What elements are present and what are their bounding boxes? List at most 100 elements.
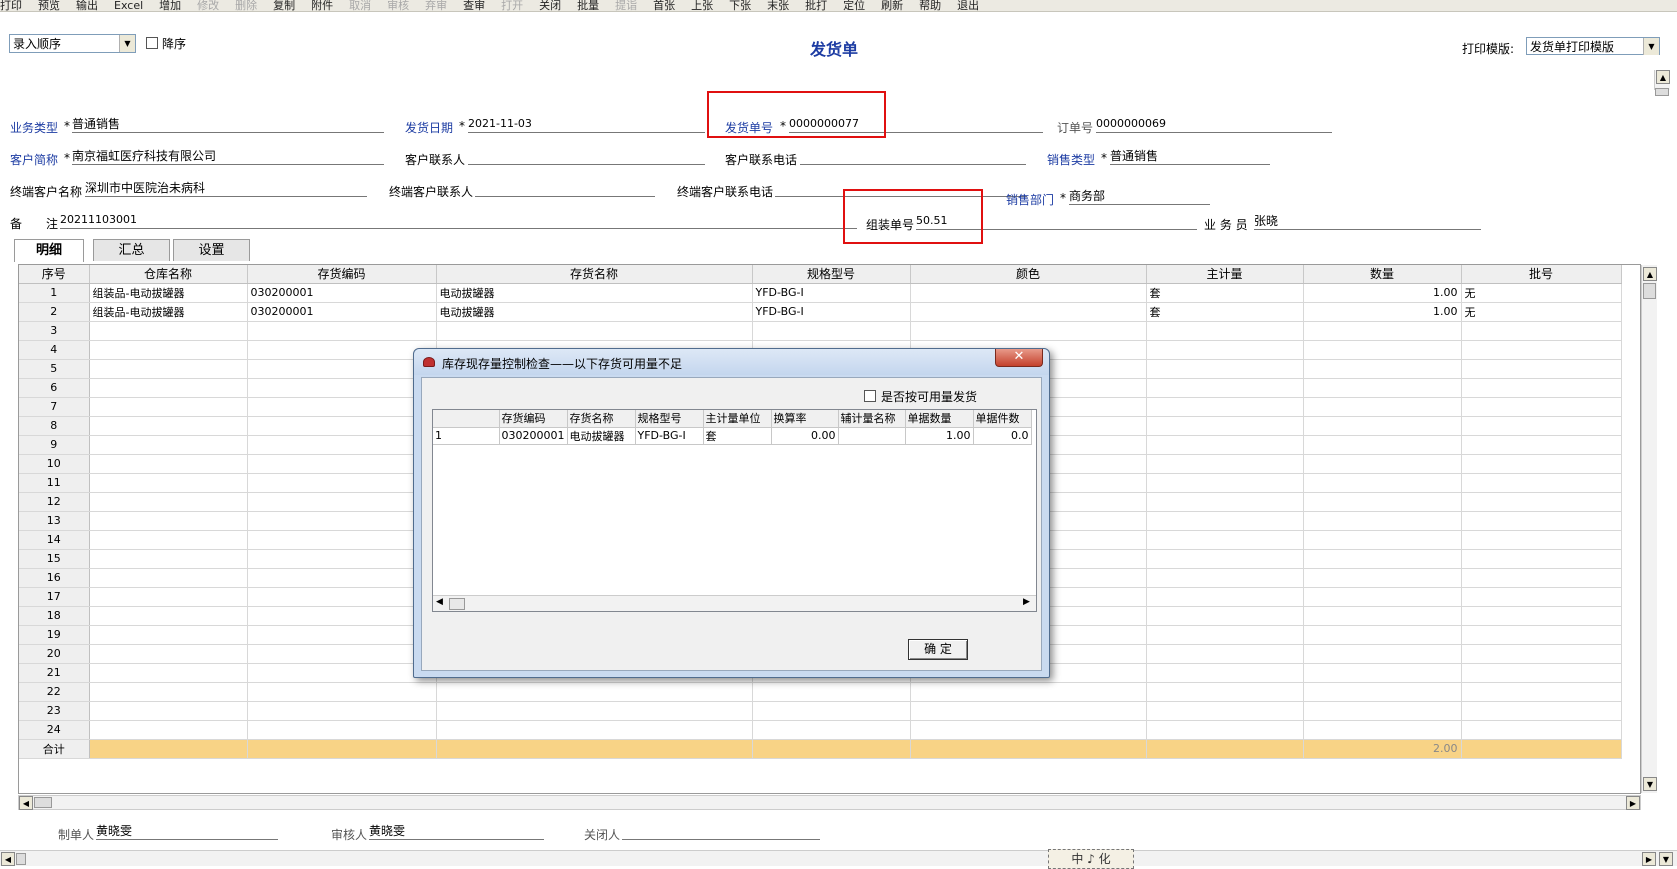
table-cell[interactable]: 电动拔罐器: [436, 283, 753, 303]
table-cell[interactable]: [89, 321, 248, 341]
table-cell[interactable]: 套: [1146, 283, 1304, 303]
table-cell[interactable]: [752, 720, 911, 740]
toolbar-button[interactable]: 删除: [235, 0, 257, 11]
table-cell[interactable]: 030200001: [247, 283, 437, 303]
table-cell[interactable]: [247, 549, 437, 569]
table-cell[interactable]: [1146, 530, 1304, 550]
page-scroll-thumb[interactable]: [1655, 88, 1669, 96]
table-cell[interactable]: [1146, 587, 1304, 607]
scroll-left-icon[interactable]: ◀: [436, 597, 443, 607]
table-cell[interactable]: 套: [1146, 302, 1304, 322]
table-cell[interactable]: [1461, 663, 1622, 683]
toolbar-button[interactable]: 弃审: [425, 0, 447, 11]
column-header[interactable]: 单据件数: [973, 410, 1032, 428]
column-header[interactable]: 数量: [1303, 265, 1462, 284]
table-cell[interactable]: [247, 606, 437, 626]
ok-button[interactable]: 确 定: [908, 639, 968, 660]
grid-vscroll-thumb[interactable]: [1643, 283, 1656, 299]
table-cell[interactable]: 组装品-电动拔罐器: [89, 283, 248, 303]
toolbar-button[interactable]: 末张: [767, 0, 789, 11]
table-cell[interactable]: [1146, 340, 1304, 360]
table-cell[interactable]: [1461, 492, 1622, 512]
ship-date-field[interactable]: 2021-11-03: [468, 117, 705, 133]
scroll-right-icon[interactable]: ▶: [1642, 852, 1656, 866]
table-cell[interactable]: [1146, 473, 1304, 493]
table-cell[interactable]: [1461, 720, 1622, 740]
toolbar-button[interactable]: 输出: [76, 0, 98, 11]
table-cell[interactable]: [1303, 720, 1462, 740]
grid-vscrollbar[interactable]: ▲ ▼: [1641, 265, 1657, 793]
page-hscroll-thumb[interactable]: [16, 853, 26, 865]
table-cell[interactable]: [1461, 359, 1622, 379]
toolbar-button[interactable]: 上张: [691, 0, 713, 11]
scroll-left-icon[interactable]: ◀: [1, 852, 15, 866]
table-cell[interactable]: [1146, 416, 1304, 436]
table-cell[interactable]: [1146, 663, 1304, 683]
column-header[interactable]: 存货编码: [247, 265, 437, 284]
shortage-hscroll-thumb[interactable]: [449, 598, 465, 610]
table-cell[interactable]: [1461, 587, 1622, 607]
contact-field[interactable]: [468, 149, 705, 165]
dept-field[interactable]: 商务部: [1069, 189, 1210, 205]
table-cell[interactable]: [247, 340, 437, 360]
table-cell[interactable]: [89, 454, 248, 474]
table-cell[interactable]: [1303, 530, 1462, 550]
table-cell[interactable]: [1146, 682, 1304, 702]
toolbar-button[interactable]: 刷新: [881, 0, 903, 11]
table-cell[interactable]: [1146, 606, 1304, 626]
table-cell[interactable]: [247, 644, 437, 664]
table-cell[interactable]: [1461, 644, 1622, 664]
table-cell[interactable]: [247, 663, 437, 683]
table-row[interactable]: 1 030200001 电动拔罐器 YFD-BG-I 套 0.00 1.00 0.0: [433, 427, 1032, 445]
table-cell[interactable]: [1461, 511, 1622, 531]
table-cell[interactable]: [247, 321, 437, 341]
table-cell[interactable]: [247, 720, 437, 740]
tab-detail[interactable]: 明细: [14, 239, 84, 262]
table-cell[interactable]: [89, 701, 248, 721]
table-row[interactable]: 22: [19, 682, 1622, 702]
use-available-checkbox[interactable]: [864, 390, 876, 402]
table-cell[interactable]: [89, 492, 248, 512]
toolbar-button[interactable]: 退出: [957, 0, 979, 11]
table-cell[interactable]: [1303, 473, 1462, 493]
table-cell[interactable]: [910, 302, 1147, 322]
toolbar-button[interactable]: 批打: [805, 0, 827, 11]
table-cell[interactable]: [89, 682, 248, 702]
toolbar-button[interactable]: 预览: [38, 0, 60, 11]
table-cell[interactable]: [247, 568, 437, 588]
toolbar-button[interactable]: 关闭: [539, 0, 561, 11]
tab-summary[interactable]: 汇总: [93, 239, 170, 261]
table-cell[interactable]: [89, 473, 248, 493]
close-icon[interactable]: ✕: [995, 349, 1043, 367]
column-header[interactable]: 规格型号: [635, 410, 704, 428]
table-cell[interactable]: [1146, 378, 1304, 398]
table-cell[interactable]: [1461, 416, 1622, 436]
grid-hscrollbar[interactable]: ◀ ▶: [18, 795, 1641, 810]
table-cell[interactable]: [436, 321, 753, 341]
grid-hscroll-thumb[interactable]: [34, 797, 52, 808]
toolbar-button[interactable]: 审核: [387, 0, 409, 11]
toolbar-button[interactable]: 帮助: [919, 0, 941, 11]
table-cell[interactable]: [89, 568, 248, 588]
column-header[interactable]: 批号: [1461, 265, 1622, 284]
table-cell[interactable]: [247, 701, 437, 721]
table-cell[interactable]: [247, 682, 437, 702]
column-header[interactable]: 仓库名称: [89, 265, 248, 284]
scroll-left-icon[interactable]: ◀: [19, 796, 33, 810]
column-header[interactable]: 存货名称: [436, 265, 753, 284]
toolbar-button[interactable]: 复制: [273, 0, 295, 11]
scroll-right-icon[interactable]: ▶: [1023, 597, 1030, 607]
table-cell[interactable]: [247, 435, 437, 455]
table-cell[interactable]: [247, 473, 437, 493]
table-cell[interactable]: [89, 511, 248, 531]
table-cell[interactable]: [1461, 682, 1622, 702]
table-cell[interactable]: [1146, 359, 1304, 379]
toolbar-button[interactable]: 提诣: [615, 0, 637, 11]
end-contact-field[interactable]: [475, 181, 655, 197]
table-cell[interactable]: [752, 321, 911, 341]
table-cell[interactable]: [1303, 416, 1462, 436]
column-header[interactable]: 主计量单位: [703, 410, 772, 428]
scroll-right-icon[interactable]: ▶: [1626, 796, 1640, 810]
table-cell[interactable]: [247, 454, 437, 474]
table-cell[interactable]: [1461, 454, 1622, 474]
